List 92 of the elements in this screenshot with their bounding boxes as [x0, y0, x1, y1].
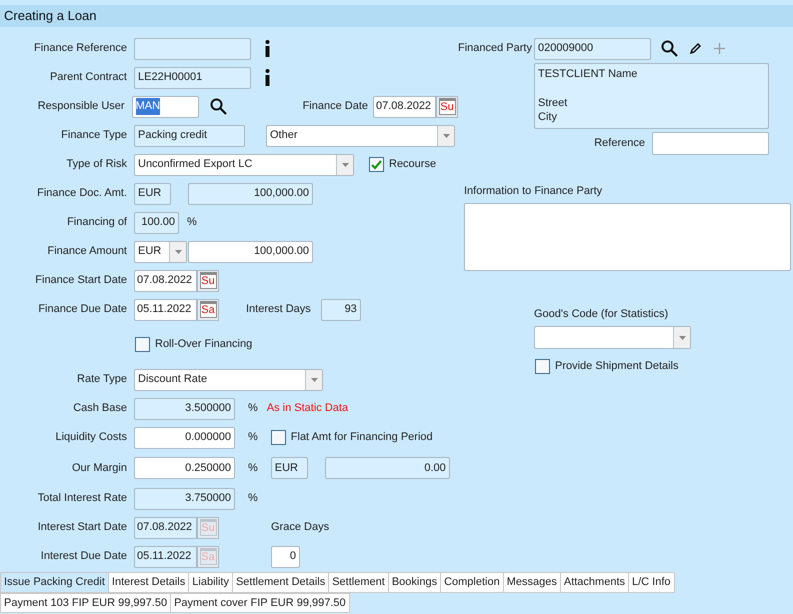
- tab[interactable]: Interest Details: [108, 572, 190, 593]
- input-field[interactable]: [652, 132, 769, 154]
- tab[interactable]: Payment 103 FIP EUR 99,997.50: [0, 593, 172, 613]
- checkbox[interactable]: [369, 157, 384, 172]
- dropdown[interactable]: Discount Rate: [134, 368, 323, 390]
- input-field[interactable]: 93: [320, 298, 361, 320]
- input-field[interactable]: 0: [271, 546, 300, 568]
- input-field[interactable]: 0.00: [324, 457, 450, 479]
- field-label: Interest Days: [246, 302, 311, 318]
- field-label: Liquidity Costs: [54, 430, 128, 446]
- tab[interactable]: Settlement Details: [232, 572, 330, 593]
- input-field[interactable]: 100,000.00: [188, 182, 313, 204]
- tab[interactable]: Messages: [502, 572, 561, 593]
- field-label: Finance Date: [302, 99, 368, 114]
- tab[interactable]: Payment cover FIP EUR 99,997.50: [170, 593, 350, 613]
- input-field[interactable]: 07.08.2022: [373, 96, 436, 118]
- search-icon[interactable]: [210, 98, 227, 115]
- field-label: Interest Due Date: [40, 549, 128, 564]
- tab[interactable]: Bookings: [388, 572, 442, 593]
- dropdown-arrow-icon: [342, 162, 348, 166]
- dropdown[interactable]: EUR: [134, 240, 187, 262]
- field-label: Grace Days: [271, 520, 330, 536]
- dropdown-arrow-icon: [174, 250, 182, 254]
- input-field[interactable]: 07.08.2022: [134, 270, 197, 292]
- field-label: Finance Type: [60, 128, 128, 144]
- input-field[interactable]: 0.000000: [134, 426, 235, 448]
- field-label: Information to Finance Party: [464, 184, 604, 199]
- input-field[interactable]: 100,000.00: [188, 240, 313, 262]
- info-icon[interactable]: [265, 40, 270, 57]
- field-label: Type of Risk: [65, 157, 128, 172]
- field-label: Interest Start Date: [36, 520, 128, 536]
- field-label: Rate Type: [76, 372, 128, 388]
- input-field[interactable]: 020009000: [534, 38, 651, 60]
- calendar-button[interactable]: Sa: [197, 298, 219, 320]
- info-icon[interactable]: [265, 69, 270, 86]
- checkbox[interactable]: [535, 358, 550, 374]
- field-label: Responsible User: [36, 99, 126, 114]
- input-field[interactable]: [134, 38, 251, 60]
- pencil-icon[interactable]: [689, 42, 702, 55]
- field-label: Roll-Over Financing: [155, 337, 252, 352]
- search-icon[interactable]: [661, 40, 678, 57]
- field-label: Reference: [593, 136, 646, 151]
- field-label: Financed Party: [458, 41, 533, 56]
- dropdown-arrow-icon: [678, 336, 686, 340]
- field-label: Finance Doc. Amt.: [36, 186, 128, 202]
- input-field[interactable]: Packing credit: [134, 124, 245, 146]
- tab[interactable]: Liability: [188, 572, 233, 593]
- tab[interactable]: Attachments: [560, 572, 629, 593]
- field-label: %: [248, 430, 258, 446]
- field-label: Flat Amt for Financing Period: [290, 430, 433, 446]
- field-label: %: [248, 460, 258, 476]
- field-label: Finance Reference: [33, 41, 128, 56]
- field-label: Total Interest Rate: [36, 491, 128, 506]
- address-line: City: [538, 110, 558, 124]
- status-note: As in Static Data: [266, 401, 348, 416]
- address-line: TESTCLIENT Name: [538, 67, 638, 81]
- input-field[interactable]: LE22H00001: [134, 66, 251, 88]
- input-field[interactable]: EUR: [270, 457, 308, 479]
- field-label: Recourse: [389, 157, 436, 172]
- tab[interactable]: Completion: [440, 572, 504, 593]
- input-field[interactable]: EUR: [134, 182, 171, 204]
- field-label: Finance Due Date: [37, 302, 128, 318]
- address-line: Street: [538, 96, 568, 110]
- field-label: %: [187, 215, 197, 230]
- input-field[interactable]: 3.500000: [134, 398, 235, 420]
- field-label: Cash Base: [72, 401, 128, 416]
- calendar-button[interactable]: Su: [197, 270, 219, 292]
- input-field[interactable]: MAN: [132, 96, 199, 118]
- dropdown[interactable]: Other: [266, 124, 455, 146]
- input-field[interactable]: 3.750000: [134, 488, 235, 510]
- tab[interactable]: L/C Info: [628, 572, 675, 593]
- dropdown-arrow-icon: [442, 134, 450, 138]
- tab[interactable]: Settlement: [328, 572, 389, 593]
- field-label: Finance Amount: [46, 244, 128, 260]
- field-label: Provide Shipment Details: [555, 359, 679, 374]
- input-field[interactable]: 0.250000: [134, 457, 235, 479]
- checkbox[interactable]: [270, 430, 286, 445]
- field-label: Financing of: [66, 215, 128, 230]
- dropdown[interactable]: Unconfirmed Export LC: [134, 154, 354, 176]
- dropdown-arrow-icon: [310, 378, 318, 382]
- field-label: %: [248, 491, 258, 506]
- input-field[interactable]: 100.00: [134, 212, 179, 234]
- tab[interactable]: Issue Packing Credit: [0, 572, 109, 593]
- window-title: Creating a Loan: [4, 7, 97, 26]
- field-label: Finance Start Date: [34, 273, 128, 288]
- input-field[interactable]: 05.11.2022: [134, 298, 197, 320]
- field-label: Parent Contract: [48, 70, 128, 86]
- checkbox[interactable]: [135, 337, 150, 352]
- calendar-button[interactable]: Su: [436, 96, 458, 118]
- field-label: Good's Code (for Statistics): [534, 306, 670, 322]
- field-label: Our Margin: [70, 460, 128, 476]
- field-label: %: [248, 401, 258, 416]
